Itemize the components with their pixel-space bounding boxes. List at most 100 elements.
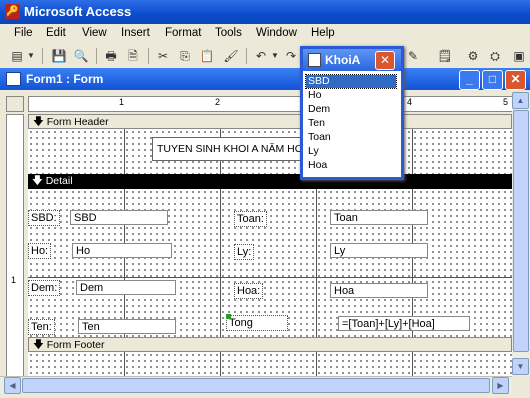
ruler-number: 2 bbox=[215, 97, 221, 107]
ruler-number: 4 bbox=[407, 97, 413, 107]
field-list-item[interactable]: Ho bbox=[306, 89, 396, 102]
menu-bar: File Edit View Insert Format Tools Windo… bbox=[0, 24, 530, 44]
ho-textbox[interactable]: Ho bbox=[72, 243, 172, 258]
search-icon[interactable]: 🔍 bbox=[72, 47, 90, 65]
scroll-thumb[interactable] bbox=[22, 378, 490, 393]
app-title-bar: 🔑 Microsoft Access bbox=[0, 0, 530, 24]
form-header-area: TUYEN SINH KHOI A NĂM HO bbox=[28, 129, 513, 174]
field-list-item[interactable]: SBD bbox=[305, 74, 397, 89]
scroll-thumb[interactable] bbox=[513, 110, 529, 352]
grid-line bbox=[28, 277, 512, 278]
field-list-item[interactable]: Ten bbox=[306, 117, 396, 130]
selection-handle[interactable] bbox=[226, 314, 231, 319]
tong-label[interactable]: Tong bbox=[226, 315, 288, 331]
field-list-title: KhoiA bbox=[325, 53, 361, 67]
app-title: Microsoft Access bbox=[24, 4, 132, 19]
field-list-item[interactable]: Dem bbox=[306, 103, 396, 116]
vertical-ruler: 1 bbox=[6, 114, 24, 378]
menu-tools[interactable]: Tools bbox=[215, 27, 242, 39]
section-arrow-icon: 🡇 bbox=[33, 116, 47, 128]
detail-section-bar[interactable]: 🡇 Detail bbox=[28, 174, 512, 189]
print-icon[interactable]: 🖶 bbox=[102, 47, 120, 65]
toolbar-separator bbox=[96, 48, 97, 64]
grid-line bbox=[412, 352, 413, 376]
form-footer-bar[interactable]: 🡇 Form Footer bbox=[28, 337, 512, 352]
tong-textbox[interactable]: =[Toan]+[Ly]+[Hoa] bbox=[338, 316, 470, 331]
form-design-window: Form1 : Form _ □ ✕ 1 2 3 4 5 1 🡇 Form He… bbox=[0, 68, 530, 398]
field-list-item[interactable]: Toan bbox=[306, 131, 396, 144]
grid-line bbox=[220, 189, 221, 337]
paste-icon[interactable]: 📋 bbox=[198, 47, 216, 65]
menu-format[interactable]: Format bbox=[165, 27, 201, 39]
code-icon[interactable]: ⛭ bbox=[486, 47, 504, 65]
sbd-textbox[interactable]: SBD bbox=[70, 210, 168, 225]
header-title-label[interactable]: TUYEN SINH KHOI A NĂM HO bbox=[152, 137, 308, 161]
form-header-bar[interactable]: 🡇 Form Header bbox=[28, 114, 512, 129]
toan-label[interactable]: Toan: bbox=[234, 211, 267, 227]
form-header-label: Form Header bbox=[46, 116, 109, 128]
ten-textbox[interactable]: Ten bbox=[78, 319, 176, 334]
dropdown-arrow-icon[interactable]: ▼ bbox=[270, 47, 280, 65]
copy-icon[interactable]: ⎘ bbox=[176, 47, 194, 65]
scroll-left-button[interactable]: ◀ bbox=[4, 377, 21, 394]
sbd-label[interactable]: SBD: bbox=[28, 210, 60, 226]
ho-label[interactable]: Ho: bbox=[28, 243, 52, 259]
section-arrow-icon: 🡇 bbox=[32, 175, 46, 187]
menu-view[interactable]: View bbox=[82, 27, 107, 39]
grid-line bbox=[124, 352, 125, 376]
scroll-right-button[interactable]: ▶ bbox=[492, 377, 509, 394]
close-button[interactable]: ✕ bbox=[505, 70, 526, 90]
menu-insert[interactable]: Insert bbox=[121, 27, 150, 39]
dem-label[interactable]: Dem: bbox=[28, 280, 61, 296]
grid-line bbox=[316, 352, 317, 376]
field-list-icon[interactable]: ✎ bbox=[404, 47, 422, 65]
menu-edit[interactable]: Edit bbox=[46, 27, 66, 39]
ly-textbox[interactable]: Ly bbox=[330, 243, 428, 258]
form-selector[interactable] bbox=[6, 96, 24, 112]
grid-line bbox=[124, 129, 125, 174]
format-painter-icon[interactable]: 🖌 bbox=[222, 47, 240, 65]
horizontal-ruler: 1 2 3 4 5 bbox=[28, 96, 514, 112]
menu-window[interactable]: Window bbox=[256, 27, 297, 39]
hoa-label[interactable]: Hoa: bbox=[234, 283, 264, 299]
properties-icon[interactable]: 🗒 bbox=[436, 47, 454, 65]
print-preview-icon[interactable]: 🗎 bbox=[124, 47, 142, 65]
ruler-number: 5 bbox=[503, 97, 509, 107]
close-button[interactable]: ✕ bbox=[375, 51, 395, 70]
hoa-textbox[interactable]: Hoa bbox=[330, 283, 428, 298]
scroll-down-button[interactable]: ▼ bbox=[512, 358, 529, 375]
cut-icon[interactable]: ✂ bbox=[154, 47, 172, 65]
toolbar-separator bbox=[148, 48, 149, 64]
new-object-icon[interactable]: ▣ bbox=[510, 47, 528, 65]
undo-icon[interactable]: ↶ bbox=[252, 47, 270, 65]
maximize-button[interactable]: □ bbox=[482, 70, 503, 90]
toolbar: ▤ ▼ 💾 🔍 🖶 🗎 ✂ ⎘ 📋 🖌 ↶ ▼ ↷ ✎ 🗒 ⚙ ⛭ ▣ bbox=[0, 44, 530, 69]
ten-label[interactable]: Ten: bbox=[28, 319, 55, 335]
field-list-item[interactable]: Ly bbox=[306, 145, 396, 158]
view-icon[interactable]: ▤ bbox=[8, 47, 26, 65]
field-list-title-bar[interactable]: KhoiA ✕ bbox=[303, 49, 401, 71]
form-icon bbox=[6, 72, 21, 86]
toolbar-separator bbox=[42, 48, 43, 64]
redo-icon[interactable]: ↷ bbox=[282, 47, 300, 65]
vertical-scrollbar[interactable]: ▲ ▼ bbox=[512, 92, 529, 376]
horizontal-scrollbar[interactable]: ◀ ▶ bbox=[0, 376, 512, 394]
toan-textbox[interactable]: Toan bbox=[330, 210, 428, 225]
minimize-button[interactable]: _ bbox=[459, 70, 480, 90]
field-list-window: KhoiA ✕ SBD Ho Dem Ten Toan Ly Hoa bbox=[300, 46, 404, 180]
dem-textbox[interactable]: Dem bbox=[76, 280, 176, 295]
ruler-number: 1 bbox=[119, 97, 125, 107]
form-title-bar: Form1 : Form _ □ ✕ bbox=[0, 68, 530, 90]
field-list-item[interactable]: Hoa bbox=[306, 159, 396, 172]
menu-help[interactable]: Help bbox=[311, 27, 335, 39]
menu-file[interactable]: File bbox=[14, 27, 33, 39]
scroll-up-button[interactable]: ▲ bbox=[512, 92, 529, 109]
save-icon[interactable]: 💾 bbox=[50, 47, 68, 65]
ly-label[interactable]: Ly: bbox=[234, 244, 255, 260]
form-footer-label: Form Footer bbox=[46, 339, 105, 351]
dropdown-arrow-icon[interactable]: ▼ bbox=[26, 47, 36, 65]
grid-line bbox=[412, 129, 413, 174]
form-window-title: Form1 : Form bbox=[26, 72, 104, 86]
ruler-number: 1 bbox=[11, 275, 17, 285]
build-icon[interactable]: ⚙ bbox=[464, 47, 482, 65]
